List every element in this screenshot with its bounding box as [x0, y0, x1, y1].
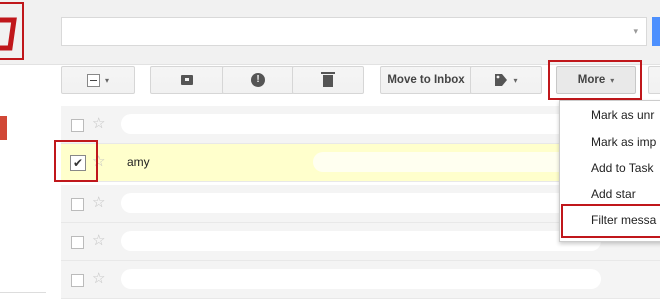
archive-icon	[181, 75, 193, 85]
report-spam-button[interactable]: !	[222, 66, 294, 94]
refresh-button-partial[interactable]	[648, 66, 660, 94]
highlight-box-logo	[0, 2, 24, 60]
star-icon[interactable]: ☆	[92, 270, 105, 288]
menu-item-mark-important[interactable]: Mark as imp	[591, 135, 656, 149]
sidebar-divider	[0, 292, 46, 293]
star-icon[interactable]: ☆	[92, 232, 105, 250]
row-checkbox[interactable]	[71, 274, 84, 287]
star-icon[interactable]: ☆	[92, 194, 105, 212]
star-icon[interactable]: ☆	[92, 115, 105, 133]
redacted-content	[121, 269, 601, 289]
trash-icon	[321, 72, 335, 87]
search-input[interactable]: ▾	[61, 17, 647, 46]
move-to-inbox-button[interactable]: Move to Inbox	[380, 66, 472, 94]
chevron-down-icon: ▾	[104, 75, 109, 85]
menu-item-mark-unread[interactable]: Mark as unr	[591, 108, 654, 122]
label-tag-icon	[495, 74, 508, 86]
menu-item-add-to-tasks[interactable]: Add to Task	[591, 161, 653, 175]
menu-item-add-star[interactable]: Add star	[591, 187, 636, 201]
highlight-box-checkbox	[54, 140, 98, 182]
redacted-content	[121, 114, 601, 134]
report-spam-icon: !	[251, 73, 265, 87]
row-checkbox[interactable]	[71, 198, 84, 211]
row-checkbox[interactable]	[71, 119, 84, 132]
email-row[interactable]: ☆	[61, 261, 660, 299]
email-sender: amy	[127, 155, 150, 169]
archive-button[interactable]	[150, 66, 224, 94]
inbox-selected-marker[interactable]	[0, 116, 7, 140]
highlight-box-filter-messages	[561, 204, 660, 238]
top-header: ▾	[0, 0, 660, 65]
redacted-content	[121, 231, 601, 251]
select-all-button[interactable]: ▾	[61, 66, 135, 94]
redacted-content	[121, 193, 601, 213]
search-options-caret-icon[interactable]: ▾	[633, 26, 638, 37]
delete-button[interactable]	[292, 66, 364, 94]
labels-button[interactable]: ▾	[470, 66, 542, 94]
row-checkbox[interactable]	[71, 236, 84, 249]
chevron-down-icon: ▾	[513, 75, 518, 85]
select-checkbox-icon	[86, 73, 100, 87]
highlight-box-more-button	[548, 60, 642, 100]
search-button[interactable]	[652, 17, 660, 46]
